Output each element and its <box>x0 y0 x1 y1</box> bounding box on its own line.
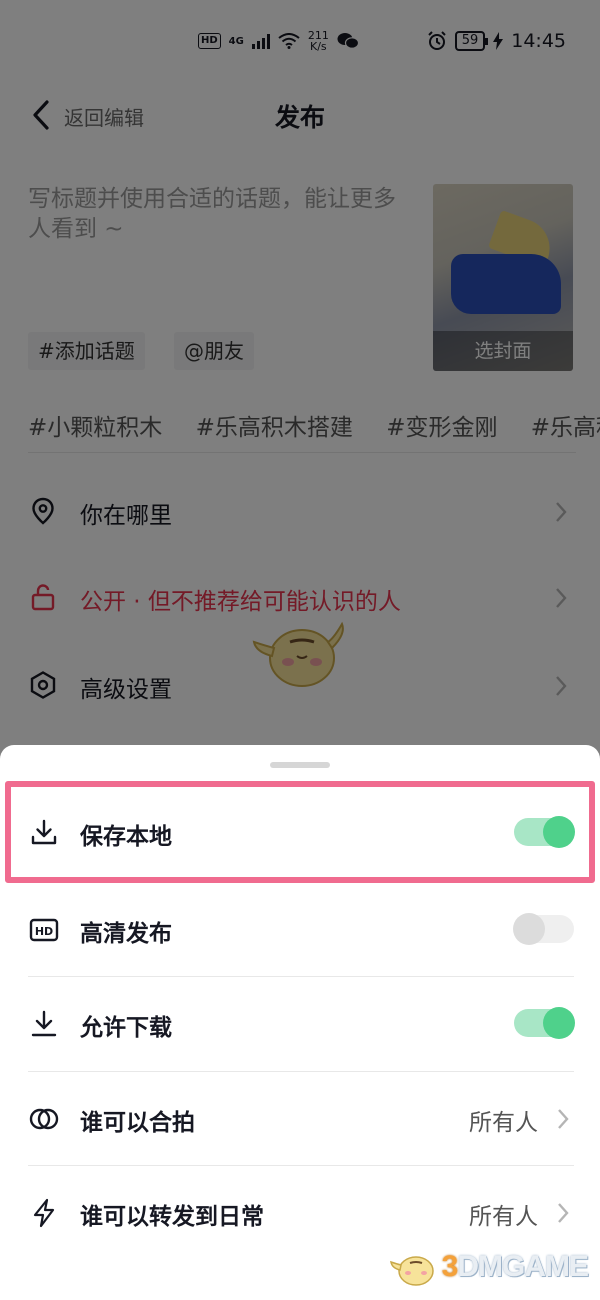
svg-text:HD: HD <box>35 925 53 938</box>
watermark-bird-icon <box>389 1256 434 1286</box>
sheet-drag-handle[interactable] <box>270 762 330 768</box>
hd-icon: HD <box>29 918 59 942</box>
watermark-text: 3DMGAME <box>441 1250 589 1283</box>
chevron-right-icon <box>558 1203 569 1223</box>
toggle-knob <box>513 913 545 945</box>
hd-publish-row[interactable]: HD 高清发布 <box>0 882 600 976</box>
hd-publish-toggle[interactable] <box>513 913 574 945</box>
repost-permission-label: 谁可以转发到日常 <box>80 1204 264 1230</box>
publish-options-sheet: 保存本地 HD 高清发布 允许下载 谁可以合拍 所有人 谁可以转发到日常 所有人 <box>0 745 600 1300</box>
download-icon <box>31 1010 57 1037</box>
duet-permission-row[interactable]: 谁可以合拍 所有人 <box>0 1071 600 1165</box>
duet-icon <box>29 1108 59 1130</box>
save-local-row[interactable]: 保存本地 <box>0 785 600 879</box>
allow-download-row[interactable]: 允许下载 <box>0 976 600 1070</box>
save-local-toggle[interactable] <box>514 816 575 848</box>
save-local-label: 保存本地 <box>80 824 172 850</box>
hd-publish-label: 高清发布 <box>80 921 172 947</box>
duet-permission-label: 谁可以合拍 <box>80 1110 195 1136</box>
toggle-knob <box>543 1007 575 1039</box>
download-tray-icon <box>31 819 57 845</box>
repost-permission-row[interactable]: 谁可以转发到日常 所有人 <box>0 1165 600 1259</box>
allow-download-label: 允许下载 <box>80 1015 172 1041</box>
repost-permission-value: 所有人 <box>469 1204 538 1230</box>
lightning-icon <box>33 1198 55 1228</box>
allow-download-toggle[interactable] <box>514 1007 575 1039</box>
toggle-knob <box>543 816 575 848</box>
duet-permission-value: 所有人 <box>469 1110 538 1136</box>
watermark-logo: 3DMGAME <box>389 1246 589 1288</box>
chevron-right-icon <box>558 1109 569 1129</box>
